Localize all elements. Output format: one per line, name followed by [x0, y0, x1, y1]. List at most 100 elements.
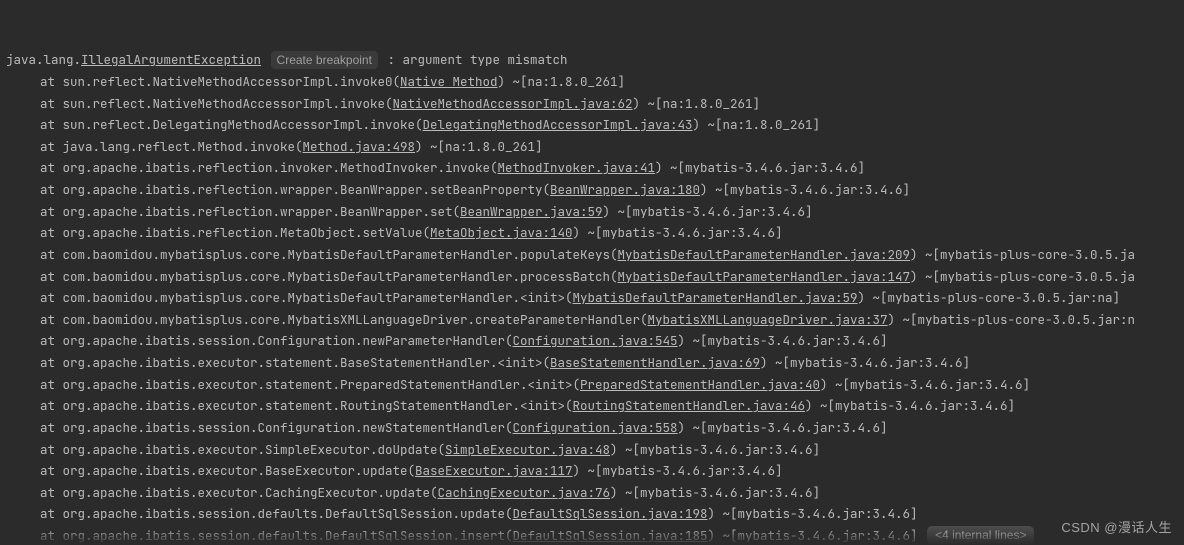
- source-link[interactable]: BaseStatementHandler.java:69: [550, 354, 760, 371]
- stack-frame-suffix: ) ~[mybatis-3.4.6.jar:3.4.6]: [760, 354, 970, 371]
- source-link[interactable]: MybatisDefaultParameterHandler.java:147: [618, 268, 911, 285]
- stack-frame-text: org.apache.ibatis.reflection.MetaObject.…: [63, 224, 431, 241]
- source-link[interactable]: MybatisDefaultParameterHandler.java:209: [618, 246, 911, 263]
- stack-frame: at org.apache.ibatis.session.defaults.De…: [6, 525, 1184, 545]
- stack-frame: at org.apache.ibatis.reflection.MetaObje…: [6, 222, 1184, 244]
- at-keyword: at: [40, 73, 63, 90]
- stack-frame: at org.apache.ibatis.executor.statement.…: [6, 374, 1184, 396]
- source-link[interactable]: MetaObject.java:140: [430, 224, 573, 241]
- stack-frame-text: org.apache.ibatis.executor.statement.Pre…: [63, 376, 581, 393]
- stack-frame: at org.apache.ibatis.reflection.invoker.…: [6, 157, 1184, 179]
- stack-frame: at org.apache.ibatis.executor.BaseExecut…: [6, 460, 1184, 482]
- source-link[interactable]: Method.java:498: [303, 138, 416, 155]
- source-link[interactable]: PreparedStatementHandler.java:40: [580, 376, 820, 393]
- create-breakpoint-inlay[interactable]: Create breakpoint: [271, 51, 378, 69]
- source-link[interactable]: RoutingStatementHandler.java:46: [573, 397, 806, 414]
- stack-frame-text: com.baomidou.mybatisplus.core.MybatisDef…: [63, 246, 618, 263]
- stack-frame-suffix: ) ~[na:1.8.0_261]: [498, 73, 626, 90]
- stack-frame: at java.lang.reflect.Method.invoke(Metho…: [6, 136, 1184, 158]
- source-link[interactable]: MethodInvoker.java:41: [498, 159, 656, 176]
- stack-frame-text: org.apache.ibatis.executor.SimpleExecuto…: [63, 441, 446, 458]
- at-keyword: at: [40, 505, 63, 522]
- stack-frame-text: sun.reflect.NativeMethodAccessorImpl.inv…: [63, 95, 393, 112]
- exception-message: : argument type mismatch: [387, 51, 567, 68]
- source-link[interactable]: BaseExecutor.java:117: [415, 462, 573, 479]
- source-link[interactable]: DelegatingMethodAccessorImpl.java:43: [423, 116, 693, 133]
- stack-frame: at sun.reflect.DelegatingMethodAccessorI…: [6, 114, 1184, 136]
- stack-frame-text: com.baomidou.mybatisplus.core.MybatisDef…: [63, 268, 618, 285]
- stack-frame-text: java.lang.reflect.Method.invoke(: [63, 138, 303, 155]
- stack-frame-text: com.baomidou.mybatisplus.core.MybatisDef…: [63, 289, 573, 306]
- at-keyword: at: [40, 332, 63, 349]
- stack-frame-suffix: ) ~[na:1.8.0_261]: [693, 116, 821, 133]
- stack-frame: at org.apache.ibatis.reflection.wrapper.…: [6, 201, 1184, 223]
- stack-frame: at com.baomidou.mybatisplus.core.Mybatis…: [6, 309, 1184, 331]
- source-link[interactable]: Configuration.java:558: [513, 419, 678, 436]
- stack-frame: at org.apache.ibatis.executor.statement.…: [6, 352, 1184, 374]
- at-keyword: at: [40, 354, 63, 371]
- stack-frame-text: org.apache.ibatis.reflection.wrapper.Bea…: [63, 181, 551, 198]
- at-keyword: at: [40, 376, 63, 393]
- source-link[interactable]: MybatisDefaultParameterHandler.java:59: [573, 289, 858, 306]
- at-keyword: at: [40, 527, 63, 544]
- stack-frame-suffix: ) ~[mybatis-plus-core-3.0.5.jar:na]: [858, 289, 1121, 306]
- stack-frame-suffix: ) ~[mybatis-3.4.6.jar:3.4.6]: [805, 397, 1015, 414]
- stack-frame-text: org.apache.ibatis.executor.CachingExecut…: [63, 484, 438, 501]
- at-keyword: at: [40, 203, 63, 220]
- source-link[interactable]: CachingExecutor.java:76: [438, 484, 611, 501]
- at-keyword: at: [40, 138, 63, 155]
- console-output-pane[interactable]: java.lang.IllegalArgumentException Creat…: [0, 0, 1184, 545]
- stack-frame: at com.baomidou.mybatisplus.core.Mybatis…: [6, 244, 1184, 266]
- stack-frame-suffix: ) ~[mybatis-plus-core-3.0.5.jar:n: [888, 311, 1136, 328]
- collapsed-frames-chip[interactable]: <4 internal lines>: [927, 526, 1034, 544]
- source-link[interactable]: Native Method: [400, 73, 498, 90]
- stack-frame-suffix: ) ~[mybatis-plus-core-3.0.5.ja: [910, 246, 1135, 263]
- source-link[interactable]: Configuration.java:545: [513, 332, 678, 349]
- exception-header: java.lang.IllegalArgumentException Creat…: [6, 49, 1184, 71]
- source-link[interactable]: DefaultSqlSession.java:185: [513, 527, 708, 544]
- stack-frame-text: com.baomidou.mybatisplus.core.MybatisXML…: [63, 311, 648, 328]
- at-keyword: at: [40, 246, 63, 263]
- source-link[interactable]: BeanWrapper.java:59: [460, 203, 603, 220]
- stack-frame-suffix: ) ~[mybatis-3.4.6.jar:3.4.6]: [678, 332, 888, 349]
- at-keyword: at: [40, 289, 63, 306]
- stack-frame: at org.apache.ibatis.session.Configurati…: [6, 417, 1184, 439]
- stack-frame: at com.baomidou.mybatisplus.core.Mybatis…: [6, 266, 1184, 288]
- stack-frame-text: sun.reflect.NativeMethodAccessorImpl.inv…: [63, 73, 401, 90]
- source-link[interactable]: BeanWrapper.java:180: [550, 181, 700, 198]
- watermark-text: CSDN @漫话人生: [1061, 517, 1172, 539]
- stack-frame-suffix: ) ~[mybatis-3.4.6.jar:3.4.6]: [610, 441, 820, 458]
- stack-frame-suffix: ) ~[na:1.8.0_261]: [633, 95, 761, 112]
- stack-frame: at sun.reflect.NativeMethodAccessorImpl.…: [6, 71, 1184, 93]
- source-link[interactable]: NativeMethodAccessorImpl.java:62: [393, 95, 633, 112]
- stack-frame-text: org.apache.ibatis.reflection.invoker.Met…: [63, 159, 498, 176]
- stack-frame-suffix: ) ~[mybatis-3.4.6.jar:3.4.6]: [573, 224, 783, 241]
- exception-prefix: java.lang.: [6, 51, 81, 68]
- stack-frame-text: org.apache.ibatis.session.defaults.Defau…: [63, 527, 513, 544]
- at-keyword: at: [40, 268, 63, 285]
- stack-frame-suffix: ) ~[mybatis-3.4.6.jar:3.4.6]: [573, 462, 783, 479]
- stack-frame: at org.apache.ibatis.session.Configurati…: [6, 330, 1184, 352]
- at-keyword: at: [40, 462, 63, 479]
- stack-frame-suffix: ) ~[mybatis-3.4.6.jar:3.4.6]: [820, 376, 1030, 393]
- stack-frame-suffix: ) ~[mybatis-3.4.6.jar:3.4.6]: [708, 505, 918, 522]
- source-link[interactable]: SimpleExecutor.java:48: [445, 441, 610, 458]
- at-keyword: at: [40, 224, 63, 241]
- stack-frame: at org.apache.ibatis.session.defaults.De…: [6, 503, 1184, 525]
- stack-frame-text: org.apache.ibatis.reflection.wrapper.Bea…: [63, 203, 461, 220]
- exception-class-link[interactable]: IllegalArgumentException: [81, 51, 261, 68]
- stack-frame-text: org.apache.ibatis.session.Configuration.…: [63, 419, 513, 436]
- stack-frame-text: org.apache.ibatis.session.Configuration.…: [63, 332, 513, 349]
- stack-frame-suffix: ) ~[mybatis-3.4.6.jar:3.4.6]: [678, 419, 888, 436]
- stack-frame-suffix: ) ~[mybatis-3.4.6.jar:3.4.6]: [655, 159, 865, 176]
- stack-frame: at sun.reflect.NativeMethodAccessorImpl.…: [6, 93, 1184, 115]
- source-link[interactable]: DefaultSqlSession.java:198: [513, 505, 708, 522]
- stack-frame-suffix: ) ~[mybatis-3.4.6.jar:3.4.6]: [708, 527, 926, 544]
- stack-frame-suffix: ) ~[na:1.8.0_261]: [415, 138, 543, 155]
- stack-frame: at org.apache.ibatis.executor.statement.…: [6, 395, 1184, 417]
- source-link[interactable]: MybatisXMLLanguageDriver.java:37: [648, 311, 888, 328]
- stack-frame: at org.apache.ibatis.reflection.wrapper.…: [6, 179, 1184, 201]
- stack-frame-suffix: ) ~[mybatis-3.4.6.jar:3.4.6]: [603, 203, 813, 220]
- stack-frame-text: org.apache.ibatis.executor.statement.Bas…: [63, 354, 551, 371]
- stack-frame-text: sun.reflect.DelegatingMethodAccessorImpl…: [63, 116, 423, 133]
